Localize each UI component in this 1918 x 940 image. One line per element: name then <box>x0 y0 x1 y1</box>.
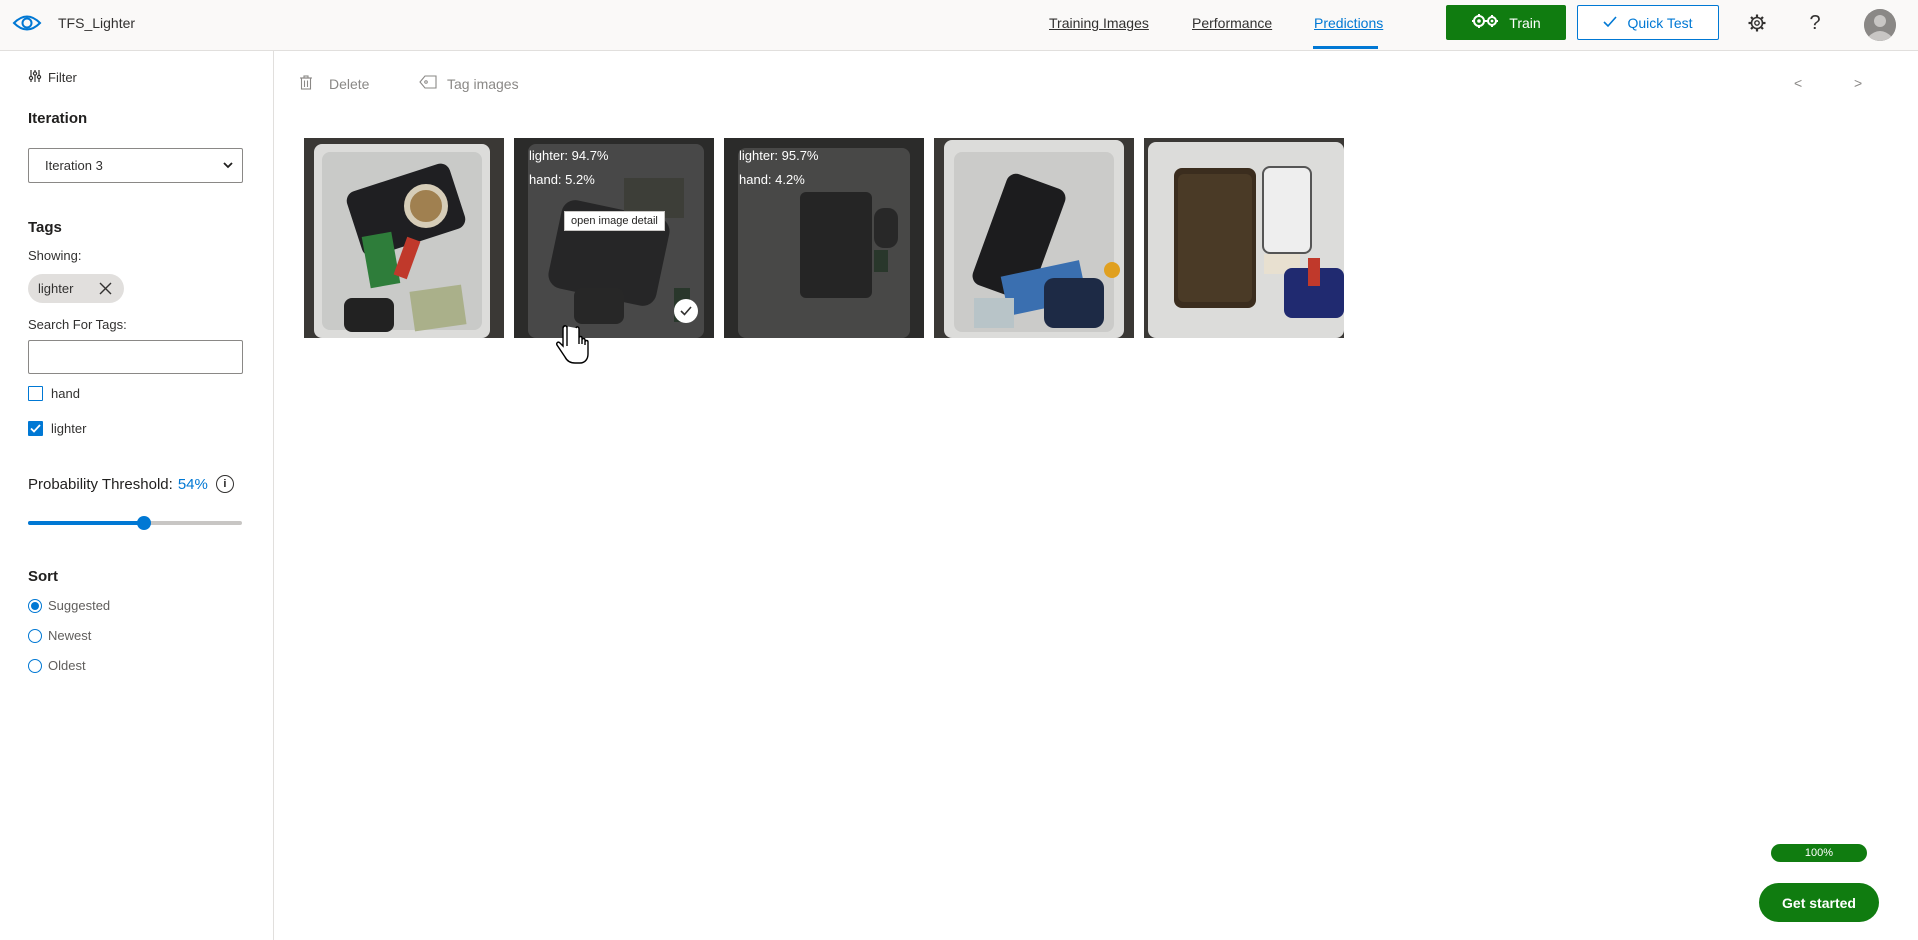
sort-option-newest[interactable]: Newest <box>28 628 91 643</box>
sort-option-label: Suggested <box>48 598 111 613</box>
prediction-hand: hand: 5.2% <box>529 172 595 187</box>
sort-heading: Sort <box>28 568 58 585</box>
nav-active-indicator <box>1313 46 1378 49</box>
eye-logo-icon[interactable] <box>12 10 42 36</box>
check-icon <box>1603 15 1618 31</box>
delete-label: Delete <box>329 76 370 92</box>
radio-newest[interactable] <box>28 628 42 643</box>
settings-gear-icon[interactable] <box>1746 12 1768 34</box>
prediction-lighter: lighter: 94.7% <box>529 148 609 163</box>
tag-images-button[interactable]: Tag images <box>419 75 519 92</box>
nav-training-images[interactable]: Training Images <box>1049 15 1149 31</box>
iteration-select-value: Iteration 3 <box>45 158 103 173</box>
threshold-value: 54% <box>177 475 208 493</box>
nav-performance[interactable]: Performance <box>1192 15 1272 31</box>
filter-sliders-icon <box>28 70 42 85</box>
image-thumbnail[interactable]: lighter: 95.7% hand: 4.2% <box>724 138 924 338</box>
project-name: TFS_Lighter <box>58 15 136 31</box>
progress-badge: 100% <box>1771 844 1867 862</box>
close-icon[interactable] <box>99 282 112 298</box>
sort-option-oldest[interactable]: Oldest <box>28 658 86 673</box>
sort-option-label: Oldest <box>48 658 86 673</box>
train-label: Train <box>1509 14 1541 31</box>
train-button[interactable]: Train <box>1446 5 1566 40</box>
quick-test-button[interactable]: Quick Test <box>1577 5 1719 40</box>
sort-option-label: Newest <box>48 628 92 643</box>
top-bar: TFS_Lighter Training Images Performance … <box>0 0 1918 51</box>
quick-test-label: Quick Test <box>1627 14 1693 31</box>
showing-tag-label: lighter <box>38 281 74 296</box>
radio-suggested[interactable] <box>28 598 42 613</box>
trash-icon <box>299 75 313 93</box>
prediction-hand: hand: 4.2% <box>739 172 805 187</box>
showing-tag-chip: lighter <box>28 274 124 303</box>
checkbox-hand[interactable] <box>28 386 43 401</box>
user-avatar-icon[interactable] <box>1864 9 1896 41</box>
image-thumbnail[interactable] <box>1144 138 1344 338</box>
showing-label: Showing: <box>28 248 82 263</box>
prediction-overlay <box>724 138 924 338</box>
hand-cursor-icon <box>555 324 591 371</box>
image-thumbnail[interactable] <box>304 138 504 338</box>
open-image-detail-tooltip: open image detail <box>564 211 665 231</box>
selected-check-icon[interactable] <box>674 299 698 323</box>
filter-sidebar: Filter Iteration Iteration 3 Tags Showin… <box>0 51 274 940</box>
sort-option-suggested[interactable]: Suggested <box>28 598 110 613</box>
tags-heading: Tags <box>28 219 62 236</box>
search-tags-input[interactable] <box>28 340 243 374</box>
radio-oldest[interactable] <box>28 658 42 673</box>
get-started-button[interactable]: Get started <box>1759 883 1879 922</box>
iteration-heading: Iteration <box>28 110 88 127</box>
threshold-slider[interactable] <box>28 516 242 530</box>
tag-icon <box>419 75 437 92</box>
search-tags-label: Search For Tags: <box>28 317 127 332</box>
image-thumbnail[interactable]: lighter: 94.7% hand: 5.2% open image det… <box>514 138 714 338</box>
filter-toggle[interactable]: Filter <box>28 70 77 85</box>
delete-button[interactable]: Delete <box>299 75 369 93</box>
threshold-label: Probability Threshold: <box>28 475 173 493</box>
gears-icon <box>1471 13 1499 32</box>
nav-predictions[interactable]: Predictions <box>1314 15 1383 31</box>
tag-images-label: Tag images <box>447 75 519 92</box>
checkbox-lighter[interactable] <box>28 421 43 436</box>
next-page-button[interactable]: > <box>1854 75 1862 91</box>
filter-label: Filter <box>48 70 77 85</box>
threshold-slider-fill <box>28 521 144 525</box>
info-icon[interactable]: i <box>215 475 234 493</box>
threshold-slider-thumb[interactable] <box>136 516 151 530</box>
prediction-lighter: lighter: 95.7% <box>739 148 819 163</box>
chevron-down-icon <box>222 159 234 174</box>
probability-threshold: Probability Threshold: 54% i <box>28 475 234 493</box>
tag-option-hand[interactable]: hand <box>28 386 80 401</box>
help-icon[interactable]: ? <box>1804 12 1826 34</box>
image-thumbnail[interactable] <box>934 138 1134 338</box>
tag-option-label: lighter <box>51 421 87 436</box>
tag-option-label: hand <box>51 386 80 401</box>
previous-page-button[interactable]: < <box>1794 75 1802 91</box>
tag-option-lighter[interactable]: lighter <box>28 421 86 436</box>
iteration-select[interactable]: Iteration 3 <box>28 148 243 183</box>
